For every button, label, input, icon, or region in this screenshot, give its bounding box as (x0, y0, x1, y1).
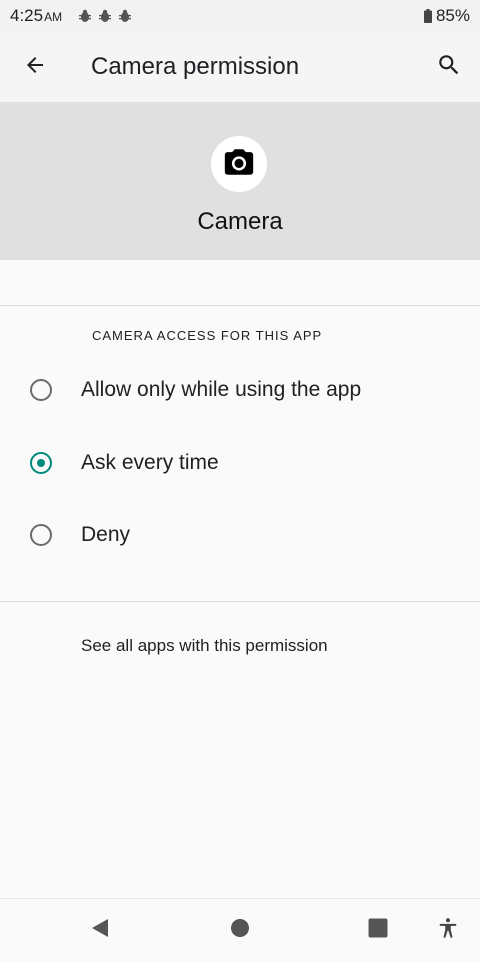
option-ask-every-time[interactable]: Ask every time (0, 431, 480, 495)
option-deny[interactable]: Deny (0, 503, 480, 567)
nav-home-icon (230, 918, 250, 943)
nav-back-button[interactable] (70, 899, 130, 961)
radio-unchecked-icon (30, 379, 52, 401)
divider (0, 601, 480, 602)
nav-back-icon (90, 918, 110, 943)
nav-home-button[interactable] (210, 899, 270, 961)
notification-icons (78, 9, 132, 23)
divider (0, 305, 480, 306)
camera-icon-badge (211, 136, 267, 192)
back-button[interactable] (11, 43, 59, 91)
status-time-value: 4:25 (10, 6, 44, 25)
nav-recents-button[interactable] (348, 899, 408, 961)
radio-button[interactable] (28, 450, 54, 476)
status-bar: 4:25AM 85% (0, 0, 480, 32)
option-allow-while-using[interactable]: Allow only while using the app (0, 358, 480, 422)
permission-header: Camera (0, 102, 480, 260)
radio-button[interactable] (28, 377, 54, 403)
radio-unchecked-icon (30, 524, 52, 546)
status-right: 85% (423, 6, 470, 26)
camera-icon (222, 145, 256, 184)
bug-icon (78, 9, 92, 23)
page-title: Camera permission (91, 53, 300, 80)
search-button[interactable] (425, 43, 473, 91)
battery-icon (423, 9, 432, 23)
bug-icon (98, 9, 112, 23)
radio-dot (37, 459, 45, 467)
search-icon (436, 52, 462, 83)
option-label: Deny (81, 523, 131, 546)
accessibility-button[interactable] (418, 899, 478, 961)
battery-percent: 85% (435, 6, 470, 25)
app-bar: Camera permission (0, 32, 480, 102)
navigation-bar (0, 898, 480, 961)
permission-label: Camera (197, 208, 283, 235)
section-heading: CAMERA ACCESS FOR THIS APP (92, 328, 323, 343)
status-ampm: AM (44, 10, 63, 24)
arrow-back-icon (23, 53, 47, 82)
nav-recents-icon (368, 918, 388, 943)
status-left: 4:25AM (10, 6, 132, 26)
accessibility-icon (437, 916, 459, 945)
bug-icon (118, 9, 132, 23)
radio-checked-icon (30, 452, 52, 474)
radio-button[interactable] (28, 522, 54, 548)
status-time: 4:25AM (10, 6, 62, 26)
option-label: Ask every time (81, 451, 219, 474)
option-label: Allow only while using the app (81, 378, 362, 401)
see-all-apps-link[interactable]: See all apps with this permission (81, 636, 328, 656)
